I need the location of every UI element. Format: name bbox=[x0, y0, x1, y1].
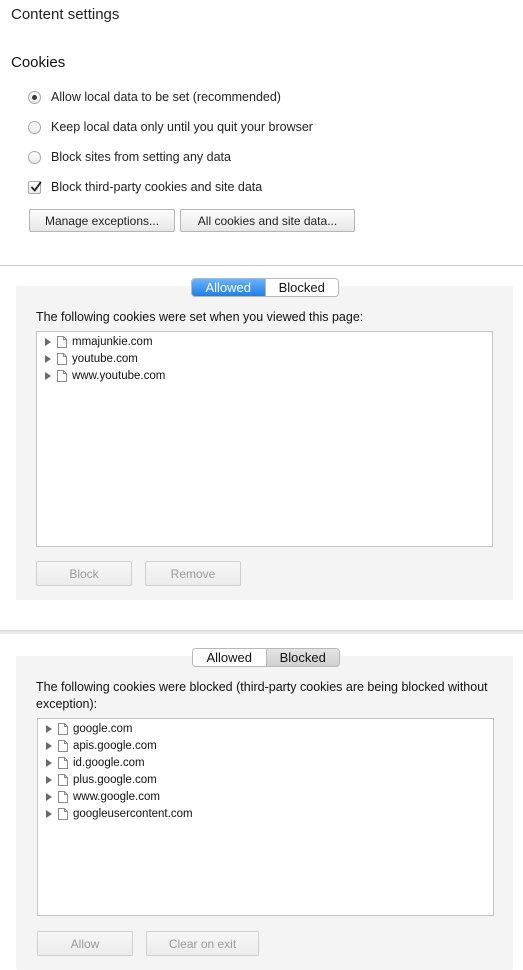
remove-button[interactable]: Remove bbox=[145, 561, 241, 586]
tree-item[interactable]: mmajunkie.com bbox=[45, 333, 153, 350]
expand-triangle-icon[interactable] bbox=[46, 758, 52, 767]
tree-item-label: apis.google.com bbox=[73, 739, 157, 752]
allow-button[interactable]: Allow bbox=[37, 931, 133, 956]
divider bbox=[0, 265, 523, 266]
radio-button-selected[interactable] bbox=[28, 90, 41, 104]
tree-item-label: youtube.com bbox=[72, 352, 138, 365]
tree-item[interactable]: youtube.com bbox=[45, 350, 138, 367]
document-icon bbox=[58, 739, 68, 752]
document-icon bbox=[57, 335, 67, 348]
document-icon bbox=[57, 352, 67, 365]
expand-triangle-icon[interactable] bbox=[46, 792, 52, 801]
block-button[interactable]: Block bbox=[36, 561, 132, 586]
tree-item[interactable]: www.google.com bbox=[46, 788, 160, 805]
expand-triangle-icon[interactable] bbox=[46, 741, 52, 750]
allowed-blocked-toggle: Allowed Blocked bbox=[192, 648, 340, 667]
expand-triangle-icon[interactable] bbox=[45, 371, 51, 380]
tab-allowed[interactable]: Allowed bbox=[192, 279, 265, 296]
expand-triangle-icon[interactable] bbox=[46, 809, 52, 818]
tree-item[interactable]: apis.google.com bbox=[46, 737, 157, 754]
radio-allow-local-data[interactable]: Allow local data to be set (recommended) bbox=[28, 88, 281, 106]
checkmark-icon bbox=[31, 181, 42, 191]
blocked-description: The following cookies were blocked (thir… bbox=[36, 680, 488, 711]
tree-item[interactable]: www.youtube.com bbox=[45, 367, 165, 384]
checkbox-block-third-party[interactable]: Block third-party cookies and site data bbox=[28, 178, 262, 196]
tree-item[interactable]: googleusercontent.com bbox=[46, 805, 193, 822]
document-icon bbox=[58, 773, 68, 786]
expand-triangle-icon[interactable] bbox=[45, 354, 51, 363]
radio-keep-until-quit[interactable]: Keep local data only until you quit your… bbox=[28, 118, 313, 136]
radio-button[interactable] bbox=[28, 150, 41, 164]
document-icon bbox=[57, 369, 67, 382]
tree-item-label: plus.google.com bbox=[73, 773, 157, 786]
all-cookies-button[interactable]: All cookies and site data... bbox=[180, 209, 355, 232]
tree-item-label: mmajunkie.com bbox=[72, 335, 153, 348]
tree-item-label: google.com bbox=[73, 722, 133, 735]
tree-item-label: googleusercontent.com bbox=[73, 807, 193, 820]
allowed-cookie-tree[interactable]: mmajunkie.com youtube.com www.youtube.co… bbox=[36, 331, 493, 547]
tab-allowed[interactable]: Allowed bbox=[193, 649, 266, 666]
expand-triangle-icon[interactable] bbox=[45, 337, 51, 346]
clear-on-exit-button[interactable]: Clear on exit bbox=[146, 931, 259, 956]
page-title: Content settings bbox=[11, 6, 120, 23]
expand-triangle-icon[interactable] bbox=[46, 724, 52, 733]
manage-exceptions-button[interactable]: Manage exceptions... bbox=[29, 209, 175, 232]
blocked-cookie-tree[interactable]: google.com apis.google.com id.google.com… bbox=[37, 718, 494, 916]
radio-block-sites[interactable]: Block sites from setting any data bbox=[28, 148, 231, 166]
document-icon bbox=[58, 790, 68, 803]
radio-label: Keep local data only until you quit your… bbox=[51, 120, 313, 134]
radio-label: Allow local data to be set (recommended) bbox=[51, 90, 281, 104]
tree-item-label: www.youtube.com bbox=[72, 369, 166, 382]
document-icon bbox=[58, 722, 68, 735]
document-icon bbox=[58, 807, 68, 820]
radio-label: Block sites from setting any data bbox=[51, 150, 231, 164]
tree-item[interactable]: id.google.com bbox=[46, 754, 145, 771]
cookies-heading: Cookies bbox=[11, 54, 66, 71]
radio-button[interactable] bbox=[28, 120, 41, 134]
tree-item-label: id.google.com bbox=[73, 756, 145, 769]
checkbox-checked[interactable] bbox=[28, 180, 42, 194]
tab-blocked[interactable]: Blocked bbox=[265, 279, 338, 296]
divider bbox=[0, 630, 523, 634]
checkbox-label: Block third-party cookies and site data bbox=[51, 180, 263, 194]
expand-triangle-icon[interactable] bbox=[46, 775, 52, 784]
tree-item[interactable]: plus.google.com bbox=[46, 771, 157, 788]
document-icon bbox=[58, 756, 68, 769]
tree-item[interactable]: google.com bbox=[46, 720, 132, 737]
tree-item-label: www.google.com bbox=[73, 790, 160, 803]
allowed-blocked-toggle: Allowed Blocked bbox=[191, 278, 339, 297]
allowed-description: The following cookies were set when you … bbox=[36, 310, 364, 324]
tab-blocked[interactable]: Blocked bbox=[266, 649, 339, 666]
